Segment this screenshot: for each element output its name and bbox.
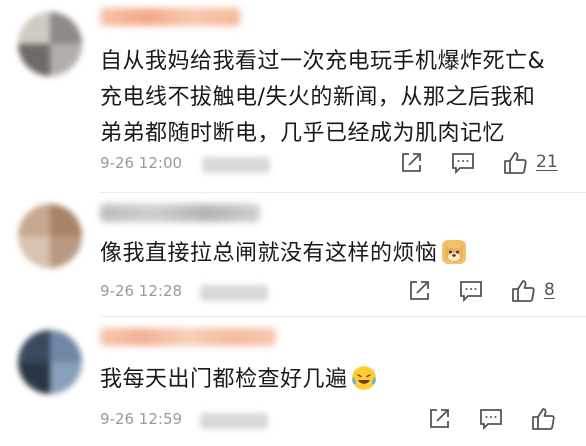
comment-button[interactable] bbox=[458, 278, 484, 304]
location-tag bbox=[200, 413, 268, 429]
like-icon bbox=[504, 152, 527, 174]
comment-text: 像我直接拉总闸就没有这样的烦恼 bbox=[100, 236, 560, 272]
comment-actions: 8 bbox=[406, 278, 576, 304]
avatar[interactable] bbox=[18, 330, 82, 394]
username[interactable] bbox=[100, 328, 276, 346]
laugh-cry-emoji bbox=[351, 366, 376, 390]
comment-actions bbox=[426, 406, 576, 432]
comment-text: 我每天出门都检查好几遍 bbox=[100, 362, 560, 398]
like-count[interactable]: 8 bbox=[544, 280, 555, 300]
comment-icon bbox=[480, 409, 502, 431]
comment-list: 自从我妈给我看过一次充电玩手机爆炸死亡& 充电线不拔触电/失火的新闻，从那之后我… bbox=[0, 0, 586, 446]
comment-button[interactable] bbox=[450, 150, 476, 176]
like-button[interactable] bbox=[510, 278, 536, 304]
like-icon bbox=[532, 408, 555, 430]
like-button[interactable] bbox=[530, 406, 556, 432]
share-icon bbox=[430, 409, 449, 428]
comment-item: 我每天出门都检查好几遍 9-26 12:59 bbox=[0, 316, 586, 446]
location-tag bbox=[202, 157, 270, 173]
like-icon bbox=[512, 280, 535, 302]
share-icon bbox=[402, 153, 421, 172]
location-tag bbox=[200, 285, 268, 301]
share-button[interactable] bbox=[426, 406, 452, 432]
comment-timestamp: 9-26 12:59 bbox=[100, 410, 183, 428]
comment-text: 自从我妈给我看过一次充电玩手机爆炸死亡& 充电线不拔触电/失火的新闻，从那之后我… bbox=[100, 49, 546, 146]
comment-actions: 21 bbox=[398, 150, 578, 176]
username[interactable] bbox=[100, 8, 240, 26]
share-button[interactable] bbox=[398, 150, 424, 176]
like-count[interactable]: 21 bbox=[536, 152, 558, 172]
comment-icon bbox=[460, 281, 482, 303]
share-icon bbox=[410, 281, 429, 300]
like-button[interactable] bbox=[502, 150, 528, 176]
comment-timestamp: 9-26 12:00 bbox=[100, 154, 183, 172]
comment-item: 自从我妈给我看过一次充电玩手机爆炸死亡& 充电线不拔触电/失火的新闻，从那之后我… bbox=[0, 0, 586, 190]
comment-button[interactable] bbox=[478, 406, 504, 432]
avatar[interactable] bbox=[18, 12, 82, 76]
comment-item: 像我直接拉总闸就没有这样的烦恼 9-26 12:28 8 bbox=[0, 192, 586, 316]
comment-timestamp: 9-26 12:28 bbox=[100, 282, 183, 300]
doge-emoji bbox=[441, 240, 466, 264]
comment-icon bbox=[452, 153, 474, 175]
share-button[interactable] bbox=[406, 278, 432, 304]
username[interactable] bbox=[100, 204, 260, 222]
avatar[interactable] bbox=[18, 204, 82, 268]
